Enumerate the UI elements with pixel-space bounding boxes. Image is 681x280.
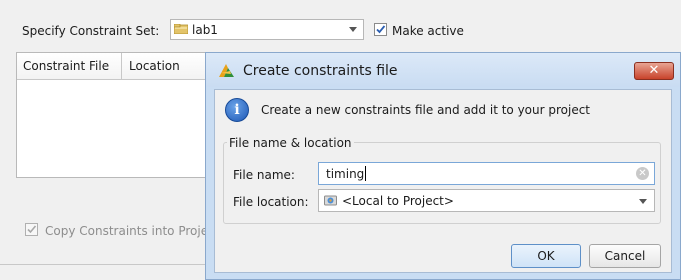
- dropdown-arrow-icon: [349, 27, 357, 32]
- specify-constraint-set-label: Specify Constraint Set:: [22, 24, 160, 38]
- create-constraints-dialog: Create constraints file ✕ i Create a new…: [205, 52, 681, 280]
- file-location-value: <Local to Project>: [342, 194, 454, 208]
- make-active-checkbox[interactable]: [374, 23, 387, 36]
- file-name-label: File name:: [233, 168, 295, 182]
- constraint-file-table: Constraint File Location: [16, 52, 221, 178]
- column-header-location[interactable]: Location: [129, 59, 180, 73]
- cancel-button[interactable]: Cancel: [589, 244, 661, 268]
- file-location-dropdown[interactable]: <Local to Project>: [318, 189, 655, 212]
- checkmark-icon: [27, 225, 37, 234]
- copy-constraints-label: Copy Constraints into Proje: [45, 224, 209, 238]
- text-caret: [365, 166, 366, 181]
- dialog-body: i Create a new constraints file and add …: [214, 89, 672, 273]
- dialog-title: Create constraints file: [243, 63, 398, 79]
- dropdown-arrow-icon: [639, 199, 647, 204]
- info-icon: i: [225, 98, 249, 122]
- ok-button[interactable]: OK: [511, 244, 581, 268]
- checkmark-icon: [376, 25, 386, 34]
- file-location-label: File location:: [233, 195, 309, 209]
- column-header-constraint-file[interactable]: Constraint File: [23, 59, 109, 73]
- column-divider[interactable]: [121, 53, 122, 79]
- constraint-set-value: lab1: [192, 23, 218, 37]
- divider: [0, 264, 215, 265]
- constraint-set-dropdown[interactable]: lab1: [170, 19, 364, 40]
- table-header: Constraint File Location: [17, 53, 220, 80]
- dialog-titlebar[interactable]: Create constraints file ✕: [206, 53, 680, 87]
- folder-icon: [174, 24, 188, 34]
- make-active-label: Make active: [392, 24, 464, 38]
- file-name-input[interactable]: timing ✕: [318, 162, 655, 185]
- clear-icon[interactable]: ✕: [636, 167, 649, 180]
- app-logo-icon: [219, 64, 234, 77]
- copy-constraints-checkbox: [25, 223, 38, 236]
- close-button[interactable]: ✕: [634, 62, 674, 80]
- close-icon: ✕: [648, 63, 660, 78]
- file-name-value: timing: [326, 167, 365, 181]
- group-title: File name & location: [227, 136, 354, 150]
- info-message: Create a new constraints file and add it…: [261, 103, 591, 117]
- location-icon: [324, 195, 337, 206]
